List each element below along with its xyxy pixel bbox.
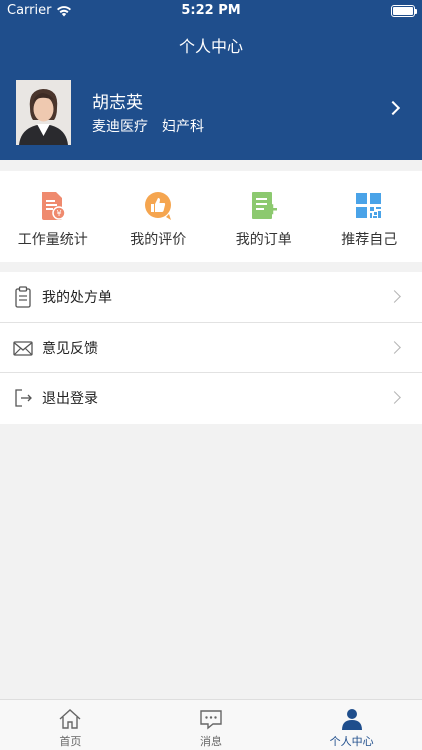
message-icon — [200, 710, 222, 730]
shortcut-label: 推荐自己 — [341, 232, 398, 248]
page-title: 个人中心 — [178, 37, 243, 56]
chevron-right-icon — [388, 340, 401, 354]
tab-label: 消息 — [200, 735, 222, 748]
person-icon — [341, 709, 362, 730]
menu-item-prescriptions[interactable]: 我的处方单 — [0, 272, 422, 323]
status-time: 5:22 PM — [181, 3, 241, 18]
tab-bar: 首页 消息 个人中心 — [0, 699, 422, 750]
tab-home[interactable]: 首页 — [0, 700, 141, 750]
avatar — [16, 80, 71, 145]
workload-document-icon: ¥ — [41, 192, 66, 220]
menu-item-label: 退出登录 — [42, 391, 98, 407]
svg-text:¥: ¥ — [56, 209, 61, 218]
shortcut-workload[interactable]: ¥ 工作量统计 — [0, 171, 106, 262]
tab-label: 个人中心 — [329, 735, 374, 748]
clipboard-icon — [15, 286, 31, 308]
qr-code-icon — [356, 193, 382, 218]
profile-card[interactable]: 胡志英 麦迪医疗 妇产科 — [0, 72, 422, 152]
chevron-right-icon — [388, 391, 401, 404]
battery-icon — [391, 5, 417, 17]
chevron-right-icon — [388, 290, 401, 303]
shortcut-label: 工作量统计 — [17, 232, 88, 248]
shortcut-label: 我的评价 — [130, 232, 187, 248]
hospital-name: 麦迪医疗 — [92, 119, 148, 135]
menu-item-label: 意见反馈 — [42, 340, 98, 357]
status-bar: Carrier 5:22 PM — [0, 0, 422, 22]
doctor-name: 胡志英 — [92, 93, 143, 113]
home-icon — [59, 709, 81, 729]
menu-list: 我的处方单 意见反馈 退出登录 — [0, 272, 422, 424]
envelope-icon — [13, 340, 33, 356]
shortcut-reviews[interactable]: 我的评价 — [106, 171, 212, 262]
shortcut-grid: ¥ 工作量统计 我的评价 我的订单 推荐自己 — [0, 171, 422, 262]
tab-messages[interactable]: 消息 — [141, 700, 282, 750]
menu-item-logout[interactable]: 退出登录 — [0, 373, 422, 424]
shortcut-recommend[interactable]: 推荐自己 — [317, 171, 422, 262]
shortcut-orders[interactable]: 我的订单 — [211, 171, 317, 262]
menu-item-label: 我的处方单 — [42, 290, 112, 306]
shortcut-label: 我的订单 — [235, 232, 292, 248]
logout-icon — [15, 389, 32, 407]
header: Carrier 5:22 PM 个人中心 胡志英 麦迪医疗 妇产科 — [0, 0, 422, 160]
tab-profile[interactable]: 个人中心 — [281, 700, 422, 750]
department-name: 妇产科 — [162, 119, 204, 135]
tab-label: 首页 — [59, 735, 82, 748]
thumbs-up-icon — [145, 192, 172, 220]
order-list-icon — [251, 192, 277, 219]
menu-item-feedback[interactable]: 意见反馈 — [0, 323, 422, 373]
chevron-right-icon — [385, 100, 401, 116]
